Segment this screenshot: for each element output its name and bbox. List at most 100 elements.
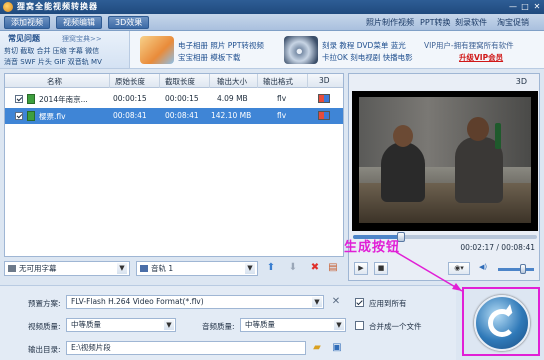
faq-more-link[interactable]: 狸窝宝典>>	[62, 34, 102, 44]
video-quality-value: 中等质量	[71, 320, 101, 329]
file-output-size: 4.09 MB	[217, 94, 248, 103]
faq-title[interactable]: 常见问题	[8, 33, 40, 44]
subtitle-select[interactable]: 无可用字幕 ▼	[4, 261, 130, 276]
col-3d[interactable]: 3D	[319, 76, 330, 85]
volume-slider[interactable]	[498, 264, 534, 274]
subtitle-select-value: 无可用字幕	[19, 264, 57, 273]
file-name: 2014年南京...	[39, 95, 88, 104]
chevron-down-icon[interactable]: ▼	[164, 320, 174, 330]
file-row-checkbox[interactable]	[15, 112, 23, 120]
file-row[interactable]: 樱票.flv 00:08:41 00:08:41 142.10 MB flv	[5, 108, 343, 124]
add-video-button[interactable]: 添加视频	[4, 16, 50, 29]
delete-icon[interactable]: ✖	[308, 261, 322, 275]
output-dir-label: 输出目录:	[28, 345, 61, 354]
window-title: 狸窝全能视频转换器	[17, 2, 98, 11]
video-quality-label: 视频质量:	[28, 322, 61, 331]
close-button[interactable]: ✕	[532, 2, 542, 12]
col-cut-length[interactable]: 截取长度	[165, 76, 195, 87]
col-name[interactable]: 名称	[47, 76, 62, 87]
file-row[interactable]: 2014年南京... 00:00:15 00:00:15 4.09 MB flv	[5, 91, 343, 107]
file-output-format: flv	[277, 94, 287, 103]
chevron-down-icon[interactable]: ▼	[334, 320, 344, 330]
faq-panel: 常见问题 狸窝宝典>> 剪切 截取 合并 压缩 字幕 微信 消音 SWF 片头 …	[0, 31, 130, 68]
faq-row-2[interactable]: 消音 SWF 片头 GIF 双音轨 MV	[4, 57, 102, 67]
audio-quality-select[interactable]: 中等质量 ▼	[240, 318, 346, 332]
file-list-header: 名称 原始长度 截取长度 输出大小 输出格式 3D	[5, 74, 343, 88]
volume-icon[interactable]: ◀)	[476, 262, 490, 275]
preset-settings-icon[interactable]: ✕	[329, 295, 343, 309]
minimize-button[interactable]: —	[508, 2, 518, 12]
output-settings: 预置方案: FLV-Flash H.264 Video Format(*.flv…	[0, 285, 456, 360]
burn-software-link[interactable]: 刻录软件	[455, 17, 487, 28]
file-output-format: flv	[277, 111, 287, 120]
upgrade-vip-link[interactable]: 升级VIP会员	[459, 52, 503, 63]
maximize-button[interactable]: □	[520, 2, 530, 12]
chevron-down-icon[interactable]: ▼	[312, 297, 322, 307]
3d-toggle-icon[interactable]	[318, 94, 330, 103]
snapshot-camera-icon[interactable]: ◉▾	[448, 262, 470, 275]
ppt-album-icon	[140, 36, 174, 64]
video-preview[interactable]	[352, 91, 538, 231]
faq-row-1[interactable]: 剪切 截取 合并 压缩 字幕 微信	[4, 46, 99, 56]
col-original-length[interactable]: 原始长度	[115, 76, 145, 87]
taobao-promo-link[interactable]: 淘宝促销	[497, 17, 529, 28]
preset-select[interactable]: FLV-Flash H.264 Video Format(*.flv) ▼	[66, 295, 324, 309]
clear-list-icon[interactable]: ▤	[326, 261, 340, 275]
album-promo-line-1[interactable]: 电子相册 照片 PPT转视频	[178, 40, 264, 51]
file-original-length: 00:00:15	[113, 94, 147, 103]
volume-handle[interactable]	[520, 264, 526, 274]
apply-all-label: 应用到所有	[369, 299, 407, 308]
burn-promo-line-1[interactable]: 刻录 教程 DVD菜单 蓝光	[322, 40, 406, 51]
chevron-down-icon[interactable]: ▼	[117, 263, 127, 274]
album-promo-line-2[interactable]: 宝宝相册 模板下载	[178, 52, 240, 63]
file-original-length: 00:08:41	[113, 111, 147, 120]
title-bar: 狸窝全能视频转换器 — □ ✕	[0, 0, 544, 14]
file-cut-length: 00:00:15	[165, 94, 199, 103]
player-controls: ▶ ■ ◉▾ ◀)	[352, 261, 538, 277]
audio-quality-label: 音频质量:	[202, 322, 235, 331]
subtitle-icon	[8, 265, 16, 272]
edit-video-button[interactable]: 视频编辑	[56, 16, 102, 29]
burn-promo-line-2[interactable]: 卡拉OK 刻电视剧 快播电影	[322, 52, 413, 63]
file-list: 名称 原始长度 截取长度 输出大小 输出格式 3D 2014年南京... 00:…	[4, 73, 344, 257]
video-file-icon	[27, 111, 35, 121]
merge-checkbox[interactable]	[355, 321, 364, 330]
col-output-format[interactable]: 输出格式	[263, 76, 293, 87]
convert-highlight-box	[462, 287, 540, 356]
col-output-size[interactable]: 输出大小	[217, 76, 247, 87]
ad-banner: 常见问题 狸窝宝典>> 剪切 截取 合并 压缩 字幕 微信 消音 SWF 片头 …	[0, 31, 544, 69]
audio-quality-value: 中等质量	[245, 320, 275, 329]
list-toolbar: 无可用字幕 ▼ 音轨 1 ▼ ⬆ ⬇ ✖ ▤	[4, 261, 344, 277]
preview-3d-label[interactable]: 3D	[516, 77, 527, 86]
video-file-icon	[27, 94, 35, 104]
photo-to-video-link[interactable]: 照片制作视频	[366, 17, 414, 28]
playback-time: 00:02:17 / 00:08:41	[460, 243, 535, 252]
convert-button[interactable]	[474, 295, 530, 351]
open-folder-icon[interactable]: ▣	[330, 341, 344, 355]
ppt-convert-link[interactable]: PPT转换	[420, 17, 451, 28]
browse-folder-icon[interactable]: ▰	[310, 341, 324, 355]
audio-track-select-value: 音轨 1	[151, 264, 174, 273]
annotation-callout: 生成按钮	[344, 240, 401, 255]
stop-icon[interactable]: ■	[374, 262, 388, 275]
main-toolbar: 添加视频 视频编辑 3D效果 照片制作视频 PPT转换 刻录软件 淘宝促销	[0, 14, 544, 31]
move-down-icon[interactable]: ⬇	[286, 261, 300, 275]
video-quality-select[interactable]: 中等质量 ▼	[66, 318, 176, 332]
apply-all-checkbox[interactable]	[355, 298, 364, 307]
app-logo-icon	[3, 2, 13, 12]
move-up-icon[interactable]: ⬆	[264, 261, 278, 275]
play-icon[interactable]: ▶	[354, 262, 368, 275]
audio-track-select[interactable]: 音轨 1 ▼	[136, 261, 258, 276]
output-dir-input[interactable]: E:\视频片段	[66, 341, 306, 355]
3d-toggle-icon[interactable]	[318, 111, 330, 120]
chevron-down-icon[interactable]: ▼	[245, 263, 255, 274]
preset-value: FLV-Flash H.264 Video Format(*.flv)	[71, 297, 204, 306]
audio-track-icon	[140, 265, 148, 272]
file-row-checkbox[interactable]	[15, 95, 23, 103]
app-window: 狸窝全能视频转换器 — □ ✕ 添加视频 视频编辑 3D效果 照片制作视频 PP…	[0, 0, 544, 360]
file-output-size: 142.10 MB	[211, 111, 252, 120]
video-frame	[359, 97, 531, 223]
3d-effect-button[interactable]: 3D效果	[108, 16, 150, 29]
file-cut-length: 00:08:41	[165, 111, 199, 120]
dvd-disc-icon	[284, 36, 318, 64]
